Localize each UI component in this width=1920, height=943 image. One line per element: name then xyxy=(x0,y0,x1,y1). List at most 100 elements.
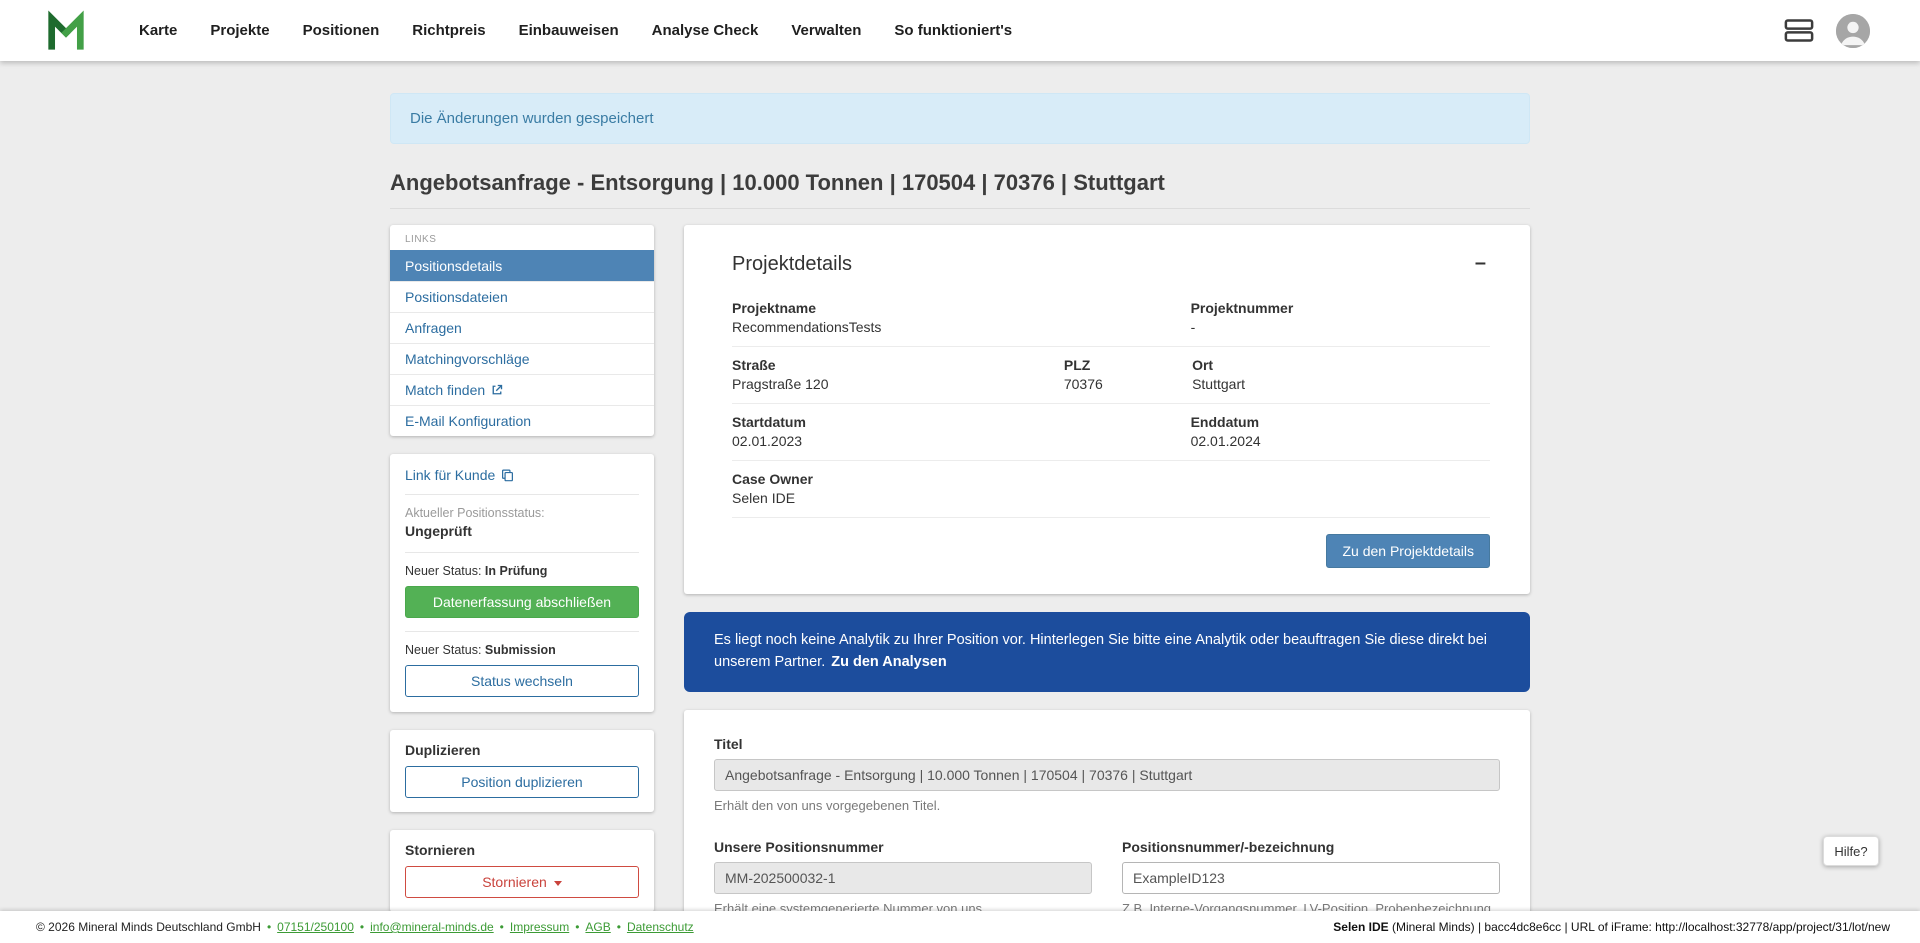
sidebar: LINKS Positionsdetails Positionsdateien … xyxy=(390,225,654,930)
new-status-value: Submission xyxy=(485,643,556,657)
titel-label: Titel xyxy=(714,736,1500,752)
footer: © 2026 Mineral Minds Deutschland GmbH 07… xyxy=(0,911,1920,943)
mineral-minds-logo[interactable] xyxy=(45,10,87,52)
footer-datenschutz-link[interactable]: Datenschutz xyxy=(627,920,694,934)
footer-left: © 2026 Mineral Minds Deutschland GmbH 07… xyxy=(36,920,694,934)
alert-text: Die Änderungen wurden gespeichert xyxy=(410,110,654,127)
status-divider xyxy=(405,631,639,632)
enddatum-label: Enddatum xyxy=(1191,414,1490,430)
footer-user: Selen IDE xyxy=(1333,920,1388,934)
page-content: Die Änderungen wurden gespeichert Angebo… xyxy=(390,93,1530,943)
top-navbar: Karte Projekte Positionen Richtpreis Ein… xyxy=(0,0,1920,61)
position-designation-input[interactable] xyxy=(1122,862,1500,894)
project-details-card: Projektdetails – Projektname Recommendat… xyxy=(684,225,1530,594)
footer-user-detail: (Mineral Minds) | bacc4dc8e6cc | URL of … xyxy=(1389,920,1890,934)
sidebar-item-match-finden[interactable]: Match finden xyxy=(390,374,654,405)
new-status-line-2: Neuer Status: Submission xyxy=(405,643,639,657)
position-form-card: Titel Erhält den von uns vorgegebenen Ti… xyxy=(684,710,1530,943)
sidebar-links-card: LINKS Positionsdetails Positionsdateien … xyxy=(390,225,654,436)
position-number-group: Unsere Positionsnummer Erhält eine syste… xyxy=(714,839,1092,916)
strasse-label: Straße xyxy=(732,357,1064,373)
sidebar-item-label: Positionsdetails xyxy=(405,258,502,274)
startdatum-value: 02.01.2023 xyxy=(732,433,1191,449)
footer-copyright: © 2026 Mineral Minds Deutschland GmbH xyxy=(36,920,277,934)
plz-value: 70376 xyxy=(1064,376,1192,392)
switch-status-button[interactable]: Status wechseln xyxy=(405,665,639,697)
nav-item-so-funktionierts[interactable]: So funktioniert's xyxy=(894,22,1012,39)
enddatum-value: 02.01.2024 xyxy=(1191,433,1490,449)
sidebar-item-anfragen[interactable]: Anfragen xyxy=(390,312,654,343)
copy-icon xyxy=(501,468,514,482)
logo-m-icon xyxy=(45,10,87,52)
server-icon[interactable] xyxy=(1784,18,1814,43)
sidebar-item-label: Matchingvorschläge xyxy=(405,351,530,367)
footer-email-link[interactable]: info@mineral-minds.de xyxy=(370,920,494,934)
sidebar-item-positionsdetails[interactable]: Positionsdetails xyxy=(390,250,654,281)
duplicate-card: Duplizieren Position duplizieren xyxy=(390,730,654,812)
cancel-dropdown-button[interactable]: Stornieren xyxy=(405,866,639,898)
sidebar-item-label: Anfragen xyxy=(405,320,462,336)
project-row-dates: Startdatum 02.01.2023 Enddatum 02.01.202… xyxy=(732,404,1490,461)
current-status-label: Aktueller Positionsstatus: xyxy=(405,506,639,520)
main-column: Projektdetails – Projektname Recommendat… xyxy=(684,225,1530,943)
title-divider xyxy=(390,208,1530,209)
sidebar-item-positionsdateien[interactable]: Positionsdateien xyxy=(390,281,654,312)
user-avatar[interactable] xyxy=(1836,14,1870,48)
nav-item-projekte[interactable]: Projekte xyxy=(210,22,269,39)
project-row-name: Projektname RecommendationsTests Projekt… xyxy=(732,290,1490,347)
duplicate-title: Duplizieren xyxy=(405,742,639,758)
sidebar-item-label: Positionsdateien xyxy=(405,289,508,305)
customer-link-label: Link für Kunde xyxy=(405,467,495,483)
analytics-banner-text: Es liegt noch keine Analytik zu Ihrer Po… xyxy=(714,632,1487,670)
new-status-label: Neuer Status: xyxy=(405,643,481,657)
project-details-title: Projektdetails xyxy=(732,253,852,276)
sidebar-item-email-konfiguration[interactable]: E-Mail Konfiguration xyxy=(390,405,654,436)
to-project-details-button[interactable]: Zu den Projektdetails xyxy=(1326,534,1490,568)
cancel-button-label: Stornieren xyxy=(482,874,547,890)
ort-value: Stuttgart xyxy=(1192,376,1490,392)
project-row-address: Straße Pragstraße 120 PLZ 70376 Ort Stut… xyxy=(732,347,1490,404)
ort-label: Ort xyxy=(1192,357,1490,373)
links-header: LINKS xyxy=(390,225,654,250)
nav-item-analyse-check[interactable]: Analyse Check xyxy=(652,22,759,39)
person-icon xyxy=(1836,14,1870,48)
duplicate-position-button[interactable]: Position duplizieren xyxy=(405,766,639,798)
footer-impressum-link[interactable]: Impressum xyxy=(510,920,569,934)
sidebar-item-label: E-Mail Konfiguration xyxy=(405,413,531,429)
to-analyses-link[interactable]: Zu den Analysen xyxy=(831,654,946,670)
analytics-banner: Es liegt noch keine Analytik zu Ihrer Po… xyxy=(684,612,1530,692)
external-link-icon xyxy=(491,384,503,396)
footer-phone-link[interactable]: 07151/250100 xyxy=(277,920,354,934)
finish-data-capture-button[interactable]: Datenerfassung abschließen xyxy=(405,586,639,618)
case-owner-value: Selen IDE xyxy=(732,490,1490,506)
cancel-title: Stornieren xyxy=(405,842,639,858)
new-status-label: Neuer Status: xyxy=(405,564,481,578)
nav-item-verwalten[interactable]: Verwalten xyxy=(791,22,861,39)
position-number-input xyxy=(714,862,1092,894)
startdatum-label: Startdatum xyxy=(732,414,1191,430)
nav-item-einbauweisen[interactable]: Einbauweisen xyxy=(519,22,619,39)
customer-link[interactable]: Link für Kunde xyxy=(405,467,639,495)
plz-label: PLZ xyxy=(1064,357,1192,373)
position-designation-label: Positionsnummer/-bezeichnung xyxy=(1122,839,1500,855)
collapse-button[interactable]: – xyxy=(1471,253,1490,273)
nav-item-richtpreis[interactable]: Richtpreis xyxy=(412,22,485,39)
nav-item-karte[interactable]: Karte xyxy=(139,22,177,39)
sidebar-item-matchingvorschlaege[interactable]: Matchingvorschläge xyxy=(390,343,654,374)
nav-item-positionen[interactable]: Positionen xyxy=(303,22,380,39)
projektname-label: Projektname xyxy=(732,300,1191,316)
position-designation-group: Positionsnummer/-bezeichnung Z.B. Intern… xyxy=(1122,839,1500,916)
titel-input xyxy=(714,759,1500,791)
new-status-line-1: Neuer Status: In Prüfung xyxy=(405,564,639,578)
sidebar-item-label: Match finden xyxy=(405,382,485,398)
footer-agb-link[interactable]: AGB xyxy=(585,920,610,934)
projektnummer-value: - xyxy=(1191,319,1490,335)
cancel-card: Stornieren Stornieren xyxy=(390,830,654,912)
status-card: Link für Kunde Aktueller Positionsstatus… xyxy=(390,454,654,712)
help-button[interactable]: Hilfe? xyxy=(1823,836,1879,866)
navbar-right xyxy=(1784,14,1870,48)
caret-down-icon xyxy=(554,881,562,886)
current-status-value: Ungeprüft xyxy=(405,523,639,553)
position-number-label: Unsere Positionsnummer xyxy=(714,839,1092,855)
main-nav: Karte Projekte Positionen Richtpreis Ein… xyxy=(139,22,1012,39)
